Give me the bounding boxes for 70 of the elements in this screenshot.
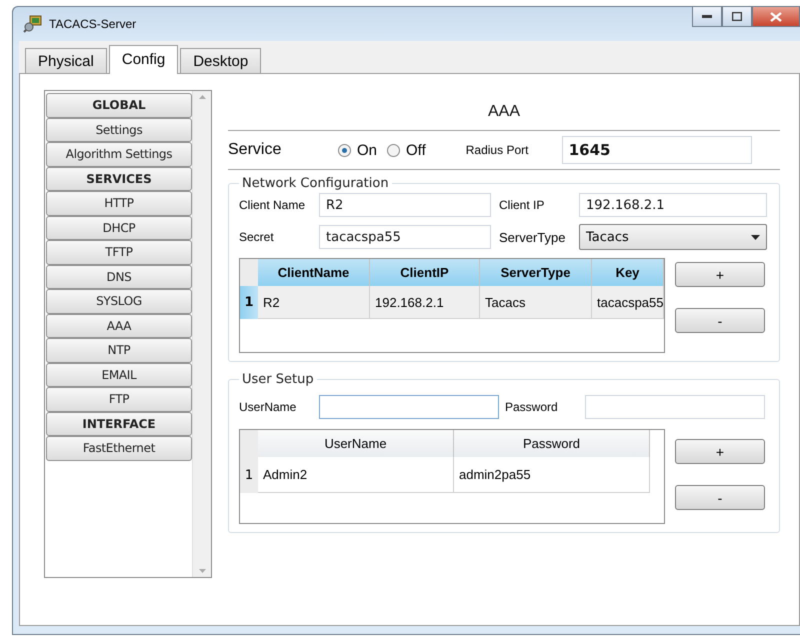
column-header[interactable]: ServerType (480, 259, 592, 286)
tab[interactable]: Physical (25, 48, 107, 74)
column-header[interactable]: Password (454, 430, 650, 457)
table-cell: admin2pa55 (454, 457, 650, 493)
table-cell: tacacspa55 (592, 286, 664, 319)
sidebar-item[interactable]: DNS (46, 264, 192, 289)
minimize-icon (702, 14, 712, 18)
tab[interactable]: Config (108, 45, 178, 74)
column-header[interactable]: UserName (258, 430, 454, 457)
table-corner (240, 430, 258, 457)
group-title: Network Configuration (241, 176, 390, 191)
field-label: Radius Port (466, 143, 530, 157)
add-button[interactable]: + (675, 439, 765, 464)
minimize-button[interactable] (692, 7, 722, 27)
panel-title: AAA (486, 102, 521, 122)
input-field[interactable] (585, 395, 765, 419)
port-field[interactable]: 1645 (562, 136, 752, 164)
maximize-icon (732, 12, 742, 21)
field-label: Client IP (498, 198, 546, 212)
column-header[interactable]: Key (592, 259, 664, 286)
input-field[interactable]: R2 (319, 193, 491, 217)
field-label: ServerType (498, 230, 566, 244)
sidebar-item[interactable]: EMAIL (46, 362, 192, 387)
sidebar-item[interactable]: TFTP (46, 240, 192, 264)
table-cell: 192.168.2.1 (370, 286, 480, 319)
column-header[interactable]: ClientIP (370, 259, 480, 286)
scrollbar[interactable] (192, 91, 211, 577)
sidebar-item[interactable]: FastEthernet (46, 436, 192, 460)
computer-icon (23, 15, 43, 33)
sidebar-item[interactable]: NTP (46, 338, 192, 362)
sidebar-item[interactable]: DHCP (46, 216, 192, 240)
table-cell: Admin2 (258, 457, 454, 493)
sidebar-item[interactable]: Algorithm Settings (46, 142, 192, 166)
input-field[interactable] (319, 395, 499, 419)
add-button[interactable]: + (675, 262, 765, 287)
sidebar-item[interactable]: Settings (46, 118, 192, 142)
field-label: Client Name (239, 198, 306, 212)
row-number[interactable]: 1 (240, 457, 258, 493)
sidebar-item[interactable]: AAA (46, 314, 192, 338)
remove-button[interactable]: - (675, 485, 765, 510)
field-label: Password (504, 400, 559, 414)
maximize-button[interactable] (722, 7, 752, 27)
field-label: Secret (239, 230, 275, 244)
service-label: Service (228, 141, 282, 159)
scroll-up-icon[interactable] (198, 95, 206, 99)
table-corner (240, 259, 258, 286)
scroll-down-icon[interactable] (198, 569, 206, 573)
radio-option[interactable]: On (338, 142, 378, 158)
remove-button[interactable]: - (675, 308, 765, 333)
table-cell: Tacacs (480, 286, 592, 319)
close-icon (770, 12, 782, 22)
tab[interactable]: Desktop (180, 48, 262, 74)
sidebar-item[interactable]: HTTP (46, 191, 192, 216)
column-header[interactable]: ClientName (258, 259, 370, 286)
sidebar-item[interactable]: SYSLOG (46, 289, 192, 314)
table-cell: R2 (258, 286, 370, 319)
field-label: UserName (239, 400, 298, 414)
window-title: TACACS-Server (49, 17, 136, 31)
input-field[interactable]: tacacspa55 (319, 225, 491, 249)
section-header[interactable]: INTERFACE (46, 412, 192, 436)
input-field[interactable]: 192.168.2.1 (579, 193, 767, 217)
caret-icon (751, 234, 760, 240)
group-title: User Setup (241, 372, 315, 387)
radio-option[interactable]: Off (387, 142, 426, 158)
section-header[interactable]: SERVICES (46, 166, 192, 191)
dropdown[interactable]: Tacacs (579, 224, 767, 250)
close-button[interactable] (752, 7, 800, 27)
section-header[interactable]: GLOBAL (46, 93, 192, 118)
row-number[interactable]: 1 (240, 286, 258, 319)
sidebar-item[interactable]: FTP (46, 387, 192, 412)
